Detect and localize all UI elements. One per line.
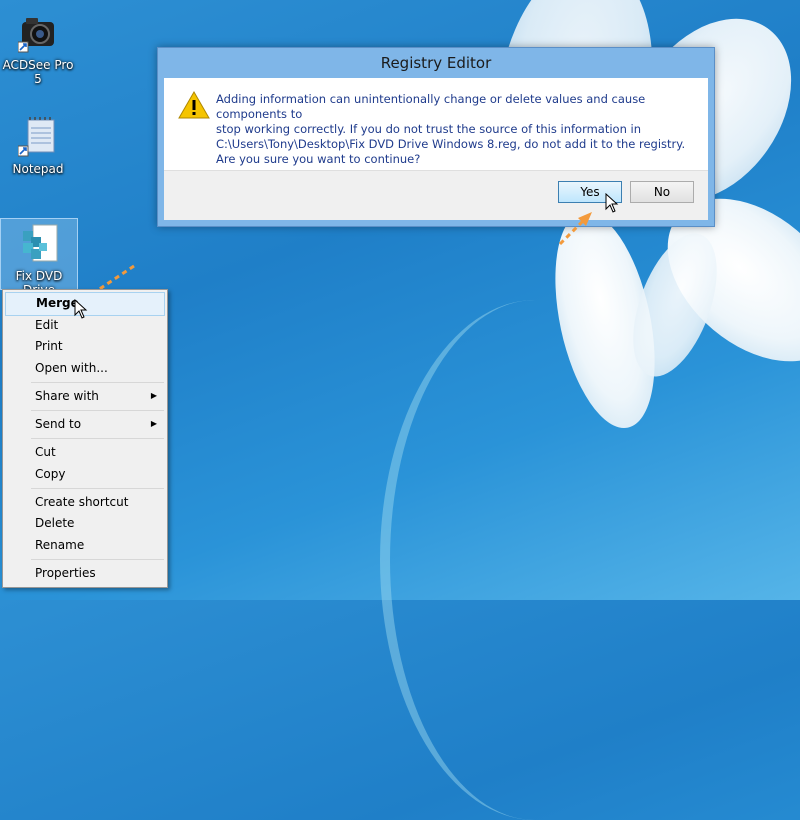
submenu-arrow-icon: ▶	[150, 391, 157, 400]
menu-item-label: Merge	[36, 296, 79, 310]
menu-item-open-with[interactable]: Open with...	[5, 357, 165, 379]
desktop-icon-label: ACDSee Pro 5	[2, 58, 74, 86]
acdsee-camera-icon	[17, 12, 58, 54]
desktop-icon-label: Notepad	[12, 162, 64, 176]
menu-item-send-to[interactable]: Send to ▶	[5, 413, 165, 435]
dialog-question: Are you sure you want to continue?	[216, 152, 421, 166]
menu-separator	[31, 410, 164, 411]
menu-item-cut[interactable]: Cut	[5, 441, 165, 463]
menu-item-properties[interactable]: Properties	[5, 562, 165, 584]
dialog-footer: Yes No	[164, 170, 708, 220]
menu-item-label: Properties	[35, 566, 96, 580]
mouse-cursor-icon	[74, 299, 88, 319]
context-menu: Merge Edit Print Open with... Share with…	[2, 289, 168, 588]
menu-item-rename[interactable]: Rename	[5, 534, 165, 556]
dialog-message-line: Adding information can unintentionally c…	[216, 92, 646, 121]
menu-item-share-with[interactable]: Share with ▶	[5, 385, 165, 407]
menu-item-label: Delete	[35, 516, 75, 530]
menu-item-label: Create shortcut	[35, 495, 129, 509]
menu-item-label: Share with	[35, 389, 99, 403]
menu-item-label: Copy	[35, 467, 66, 481]
registry-editor-dialog: Registry Editor Adding information can u…	[157, 47, 715, 227]
menu-item-print[interactable]: Print	[5, 335, 165, 357]
desktop-icon-notepad[interactable]: Notepad	[0, 116, 76, 176]
notepad-icon	[17, 116, 58, 158]
menu-separator	[31, 438, 164, 439]
dialog-message-line: C:\Users\Tony\Desktop\Fix DVD Drive Wind…	[216, 137, 686, 151]
warning-triangle-icon	[178, 91, 210, 119]
dialog-title: Registry Editor	[380, 54, 492, 72]
menu-separator	[31, 559, 164, 560]
menu-separator	[31, 382, 164, 383]
dialog-message-line: stop working correctly. If you do not tr…	[216, 122, 642, 136]
desktop-icon-fix-dvd-drive[interactable]: Fix DVD Drive	[0, 218, 78, 297]
annotation-arrow-yes-icon	[558, 212, 592, 246]
submenu-arrow-icon: ▶	[150, 419, 157, 428]
menu-item-copy[interactable]: Copy	[5, 463, 165, 485]
menu-item-label: Edit	[35, 318, 59, 332]
menu-item-delete[interactable]: Delete	[5, 512, 165, 534]
menu-separator	[31, 488, 164, 489]
menu-item-create-shortcut[interactable]: Create shortcut	[5, 491, 165, 513]
menu-item-label: Print	[35, 339, 63, 353]
menu-item-label: Open with...	[35, 361, 108, 375]
dialog-message: Adding information can unintentionally c…	[216, 92, 686, 152]
no-button[interactable]: No	[630, 181, 694, 203]
menu-item-label: Rename	[35, 538, 85, 552]
menu-item-label: Send to	[35, 417, 82, 431]
registry-file-icon	[19, 223, 59, 265]
menu-item-label: Cut	[35, 445, 56, 459]
desktop-icon-acdsee[interactable]: ACDSee Pro 5	[0, 12, 76, 86]
dialog-body: Adding information can unintentionally c…	[164, 78, 708, 170]
mouse-cursor-icon	[605, 193, 619, 213]
